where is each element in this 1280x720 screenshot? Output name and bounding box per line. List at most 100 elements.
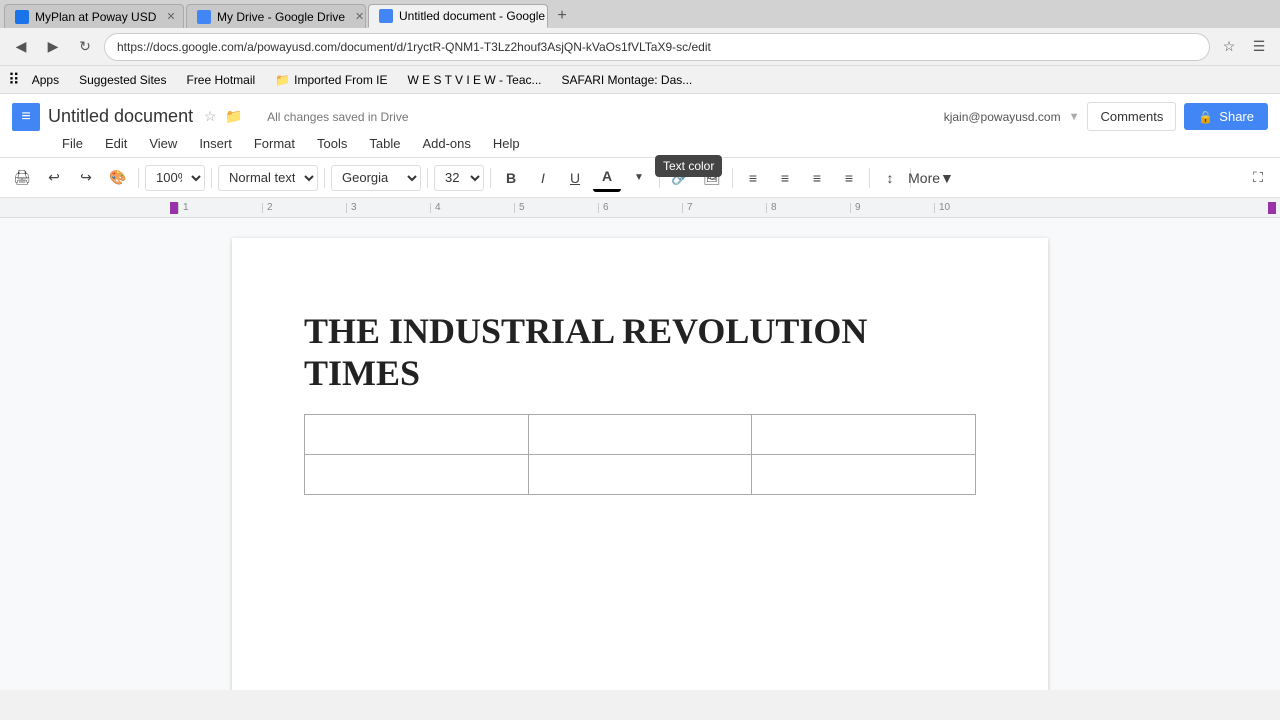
tab-myplan[interactable]: MyPlan at Poway USD ✕ [4,4,184,28]
bookmark-imported-text: Imported From IE [294,73,387,87]
ruler-mark-1: 1 [178,203,262,213]
table-cell-1-2[interactable] [528,415,752,455]
bookmark-imported[interactable]: 📁 Imported From IE [267,71,395,89]
bookmark-suggested[interactable]: Suggested Sites [71,71,174,89]
apps-icon[interactable]: ⠿ [8,70,20,90]
bold-button[interactable]: B [497,164,525,192]
font-size-select[interactable]: 32 [434,165,484,191]
font-select[interactable]: Georgia [331,165,421,191]
docs-menubar: File Edit View Insert Format Tools Table… [12,134,1268,157]
menu-tools[interactable]: Tools [307,134,357,153]
refresh-button[interactable]: ↻ [72,34,98,60]
ruler-content: 1 2 3 4 5 6 7 8 9 10 [178,203,1018,213]
underline-button[interactable]: U [561,164,589,192]
address-bar[interactable]: https://docs.google.com/a/powayusd.com/d… [104,33,1210,61]
bookmark-star[interactable]: ☆ [1216,34,1242,60]
docs-app: ≡ Untitled document ☆ 📁 All changes save… [0,94,1280,690]
ruler-mark-2: 2 [262,203,346,213]
table-cell-1-3[interactable] [752,415,976,455]
forward-button[interactable]: ▶ [40,34,66,60]
tab-close-1[interactable]: ✕ [166,10,175,23]
ruler-mark-8: 8 [766,203,850,213]
address-text: https://docs.google.com/a/powayusd.com/d… [117,40,711,54]
docs-header-right: kjain@powayusd.com ▼ Comments 🔒 Share [944,102,1268,131]
ruler-mark-5: 5 [514,203,598,213]
star-icon[interactable]: ☆ [201,108,219,126]
table-row-1 [305,415,976,455]
email-dropdown[interactable]: ▼ [1069,111,1080,123]
ruler-mark-10: 10 [934,203,1018,213]
ruler: 1 2 3 4 5 6 7 8 9 10 [0,198,1280,218]
divider-7 [732,168,733,188]
back-button[interactable]: ◀ [8,34,34,60]
docs-title[interactable]: Untitled document [48,106,193,127]
align-left-button[interactable]: ≡ [739,164,767,192]
ruler-right-margin[interactable] [1268,202,1276,214]
ruler-mark-3: 3 [346,203,430,213]
bookmark-hotmail[interactable]: Free Hotmail [178,71,263,89]
divider-2 [211,168,212,188]
menu-format[interactable]: Format [244,134,305,153]
align-justify-button[interactable]: ≡ [835,164,863,192]
divider-6 [659,168,660,188]
redo-button[interactable]: ↪ [72,164,100,192]
tab-docs[interactable]: Untitled document - Google ... ✕ [368,4,548,28]
menu-table[interactable]: Table [359,134,410,153]
undo-button[interactable]: ↩ [40,164,68,192]
bookmark-apps-label: Apps [32,73,59,87]
divider-1 [138,168,139,188]
doc-page: THE INDUSTRIAL REVOLUTION TIMES [232,238,1048,690]
doc-title-text[interactable]: THE INDUSTRIAL REVOLUTION TIMES [304,310,976,394]
bookmark-westview[interactable]: W E S T V I E W - Teac... [399,71,549,89]
table-cell-2-3[interactable] [752,455,976,495]
table-cell-2-2[interactable] [528,455,752,495]
menu-edit[interactable]: Edit [95,134,137,153]
more-button[interactable]: More ▼ [917,164,945,192]
bookmarks-bar: ⠿ Apps Suggested Sites Free Hotmail 📁 Im… [0,66,1280,94]
zoom-select[interactable]: 100% [145,165,205,191]
image-button[interactable]: 🖼 [698,164,726,192]
ruler-mark-4: 4 [430,203,514,213]
new-tab-button[interactable]: + [550,4,574,28]
doc-area[interactable]: THE INDUSTRIAL REVOLUTION TIMES [0,218,1280,690]
docs-logo[interactable]: ≡ [12,103,40,131]
folder-icon[interactable]: 📁 [225,108,243,126]
ruler-mark-7: 7 [682,203,766,213]
doc-table [304,414,976,495]
link-button[interactable]: 🔗 [666,164,694,192]
tab-drive[interactable]: My Drive - Google Drive ✕ [186,4,366,28]
expand-button[interactable]: ⛶ [1244,164,1272,192]
more-chevron: ▼ [940,170,954,186]
ruler-mark-6: 6 [598,203,682,213]
more-label: More [908,170,940,186]
share-label: Share [1219,109,1254,124]
menu-insert[interactable]: Insert [189,134,242,153]
comments-button[interactable]: Comments [1087,102,1176,131]
style-select[interactable]: Normal text [218,165,318,191]
print-button[interactable]: 🖨 [8,164,36,192]
table-cell-1-1[interactable] [305,415,529,455]
ruler-left-margin[interactable] [170,202,178,214]
bookmark-safari[interactable]: SAFARI Montage: Das... [554,71,701,89]
divider-5 [490,168,491,188]
bookmark-imported-label: 📁 [275,73,290,87]
docs-title-icons: ☆ 📁 [201,108,243,126]
table-cell-2-1[interactable] [305,455,529,495]
bookmark-apps[interactable]: Apps [24,71,67,89]
menu-button[interactable]: ☰ [1246,34,1272,60]
menu-addons[interactable]: Add-ons [412,134,480,153]
line-spacing-button[interactable]: ↕ [876,164,904,192]
align-center-button[interactable]: ≡ [771,164,799,192]
menu-view[interactable]: View [139,134,187,153]
italic-button[interactable]: I [529,164,557,192]
tab-label-2: My Drive - Google Drive [217,10,345,24]
paint-format-button[interactable]: 🎨 [104,164,132,192]
text-color-button[interactable]: A [593,164,621,192]
tab-close-2[interactable]: ✕ [355,10,364,23]
share-button[interactable]: 🔒 Share [1184,103,1268,130]
menu-help[interactable]: Help [483,134,530,153]
menu-file[interactable]: File [52,134,93,153]
text-color-dropdown[interactable]: ▼ [625,164,653,192]
tab-favicon-3 [379,9,393,23]
align-right-button[interactable]: ≡ [803,164,831,192]
